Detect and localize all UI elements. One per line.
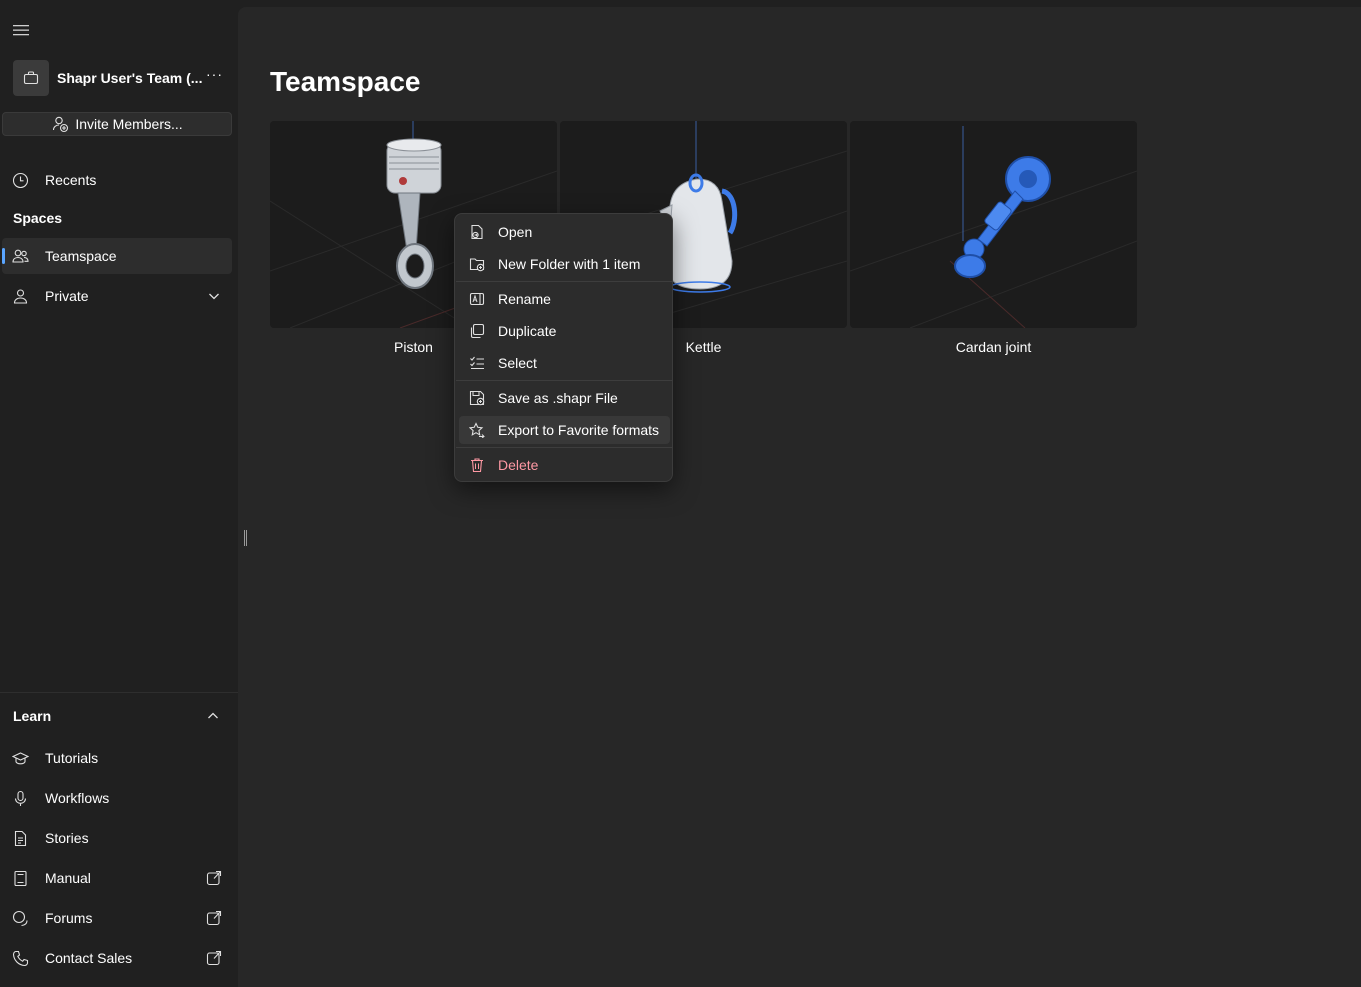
menu-item-label: Duplicate: [498, 323, 557, 339]
hamburger-menu-icon[interactable]: [12, 22, 30, 38]
menu-item-save-shapr[interactable]: Save as .shapr File: [459, 384, 670, 412]
person-icon: [13, 289, 28, 304]
sidebar-item-label: Contact Sales: [45, 950, 133, 966]
menu-item-label: Rename: [498, 291, 551, 307]
sidebar-item-private[interactable]: Private: [2, 278, 232, 314]
rename-icon: [469, 292, 485, 306]
menu-item-label: Save as .shapr File: [498, 390, 618, 406]
phone-icon: [12, 950, 29, 967]
graduation-cap-icon: [12, 752, 29, 765]
app-window: Shapr User's Team (... ··· Invite Member…: [0, 0, 1361, 987]
more-options-icon[interactable]: ···: [206, 66, 222, 86]
menu-item-label: Open: [498, 224, 533, 240]
team-name: Shapr User's Team (...: [57, 70, 203, 86]
select-list-icon: [470, 356, 484, 370]
people-icon: [12, 249, 29, 263]
sidebar-item-label: Forums: [45, 910, 93, 926]
sidebar: Shapr User's Team (... ··· Invite Member…: [0, 0, 238, 987]
menu-item-label: Delete: [498, 457, 539, 473]
sidebar-item-label: Teamspace: [45, 248, 117, 264]
trash-icon: [471, 458, 483, 473]
sidebar-item-teamspace[interactable]: Teamspace: [2, 238, 232, 274]
chevron-up-icon[interactable]: [207, 710, 219, 722]
chat-icon: [12, 910, 28, 927]
spaces-section-title: Spaces: [13, 210, 63, 226]
sidebar-item-label: Recents: [45, 172, 97, 188]
sidebar-item-label: Stories: [45, 830, 89, 846]
external-link-icon: [206, 910, 222, 926]
sidebar-item-label: Workflows: [45, 790, 110, 806]
team-avatar: [13, 60, 49, 96]
menu-item-select[interactable]: Select: [459, 349, 670, 377]
page-title: Teamspace: [270, 66, 421, 97]
team-selector[interactable]: Shapr User's Team (... ···: [13, 60, 235, 96]
notebook-icon: [14, 870, 27, 887]
learn-section-title: Learn: [13, 708, 52, 724]
menu-item-duplicate[interactable]: Duplicate: [459, 317, 670, 345]
external-link-icon: [206, 870, 222, 886]
model-thumbnail[interactable]: [850, 121, 1137, 328]
star-export-icon: [469, 422, 485, 438]
context-menu: Open New Folder with 1 item Rename Dupli…: [454, 213, 673, 482]
menu-item-open[interactable]: Open: [459, 218, 670, 246]
clock-icon: [12, 172, 29, 189]
menu-item-rename[interactable]: Rename: [459, 285, 670, 313]
sidebar-item-recents[interactable]: Recents: [2, 162, 232, 198]
microphone-icon: [14, 790, 27, 806]
menu-separator: [456, 380, 673, 381]
new-folder-icon: [469, 258, 485, 272]
menu-separator: [456, 447, 673, 448]
external-link-icon: [206, 950, 222, 966]
sidebar-item-tutorials[interactable]: Tutorials: [2, 740, 232, 776]
learn-divider: [0, 692, 238, 693]
document-icon: [14, 830, 27, 847]
menu-item-label: New Folder with 1 item: [498, 256, 641, 272]
sidebar-item-forums[interactable]: Forums: [2, 900, 232, 936]
sidebar-item-manual[interactable]: Manual: [2, 860, 232, 896]
chevron-down-icon[interactable]: [208, 290, 220, 302]
sidebar-item-label: Private: [45, 288, 89, 304]
menu-item-label: Export to Favorite formats: [498, 422, 660, 438]
menu-item-new-folder[interactable]: New Folder with 1 item: [459, 250, 670, 278]
invite-members-label: Invite Members...: [75, 116, 183, 132]
open-icon: [471, 224, 483, 240]
save-icon: [469, 390, 485, 406]
menu-item-label: Select: [498, 355, 537, 371]
model-name: Cardan joint: [955, 339, 1032, 355]
model-card-cardan-joint[interactable]: Cardan joint: [850, 121, 1137, 355]
briefcase-icon: [23, 71, 39, 85]
sidebar-item-label: Manual: [45, 870, 91, 886]
duplicate-icon: [470, 323, 485, 339]
sidebar-item-stories[interactable]: Stories: [2, 820, 232, 856]
sidebar-item-contact-sales[interactable]: Contact Sales: [2, 940, 232, 976]
sidebar-item-workflows[interactable]: Workflows: [2, 780, 232, 816]
add-person-icon: [53, 116, 69, 133]
cardan-joint-model-preview: [850, 126, 1137, 328]
menu-separator: [456, 281, 673, 282]
menu-item-delete[interactable]: Delete: [459, 451, 670, 479]
sidebar-item-label: Tutorials: [45, 750, 99, 766]
menu-item-export-favorite[interactable]: Export to Favorite formats: [459, 416, 670, 444]
sidebar-resize-handle[interactable]: [244, 530, 247, 546]
invite-members-button[interactable]: Invite Members...: [2, 112, 232, 136]
